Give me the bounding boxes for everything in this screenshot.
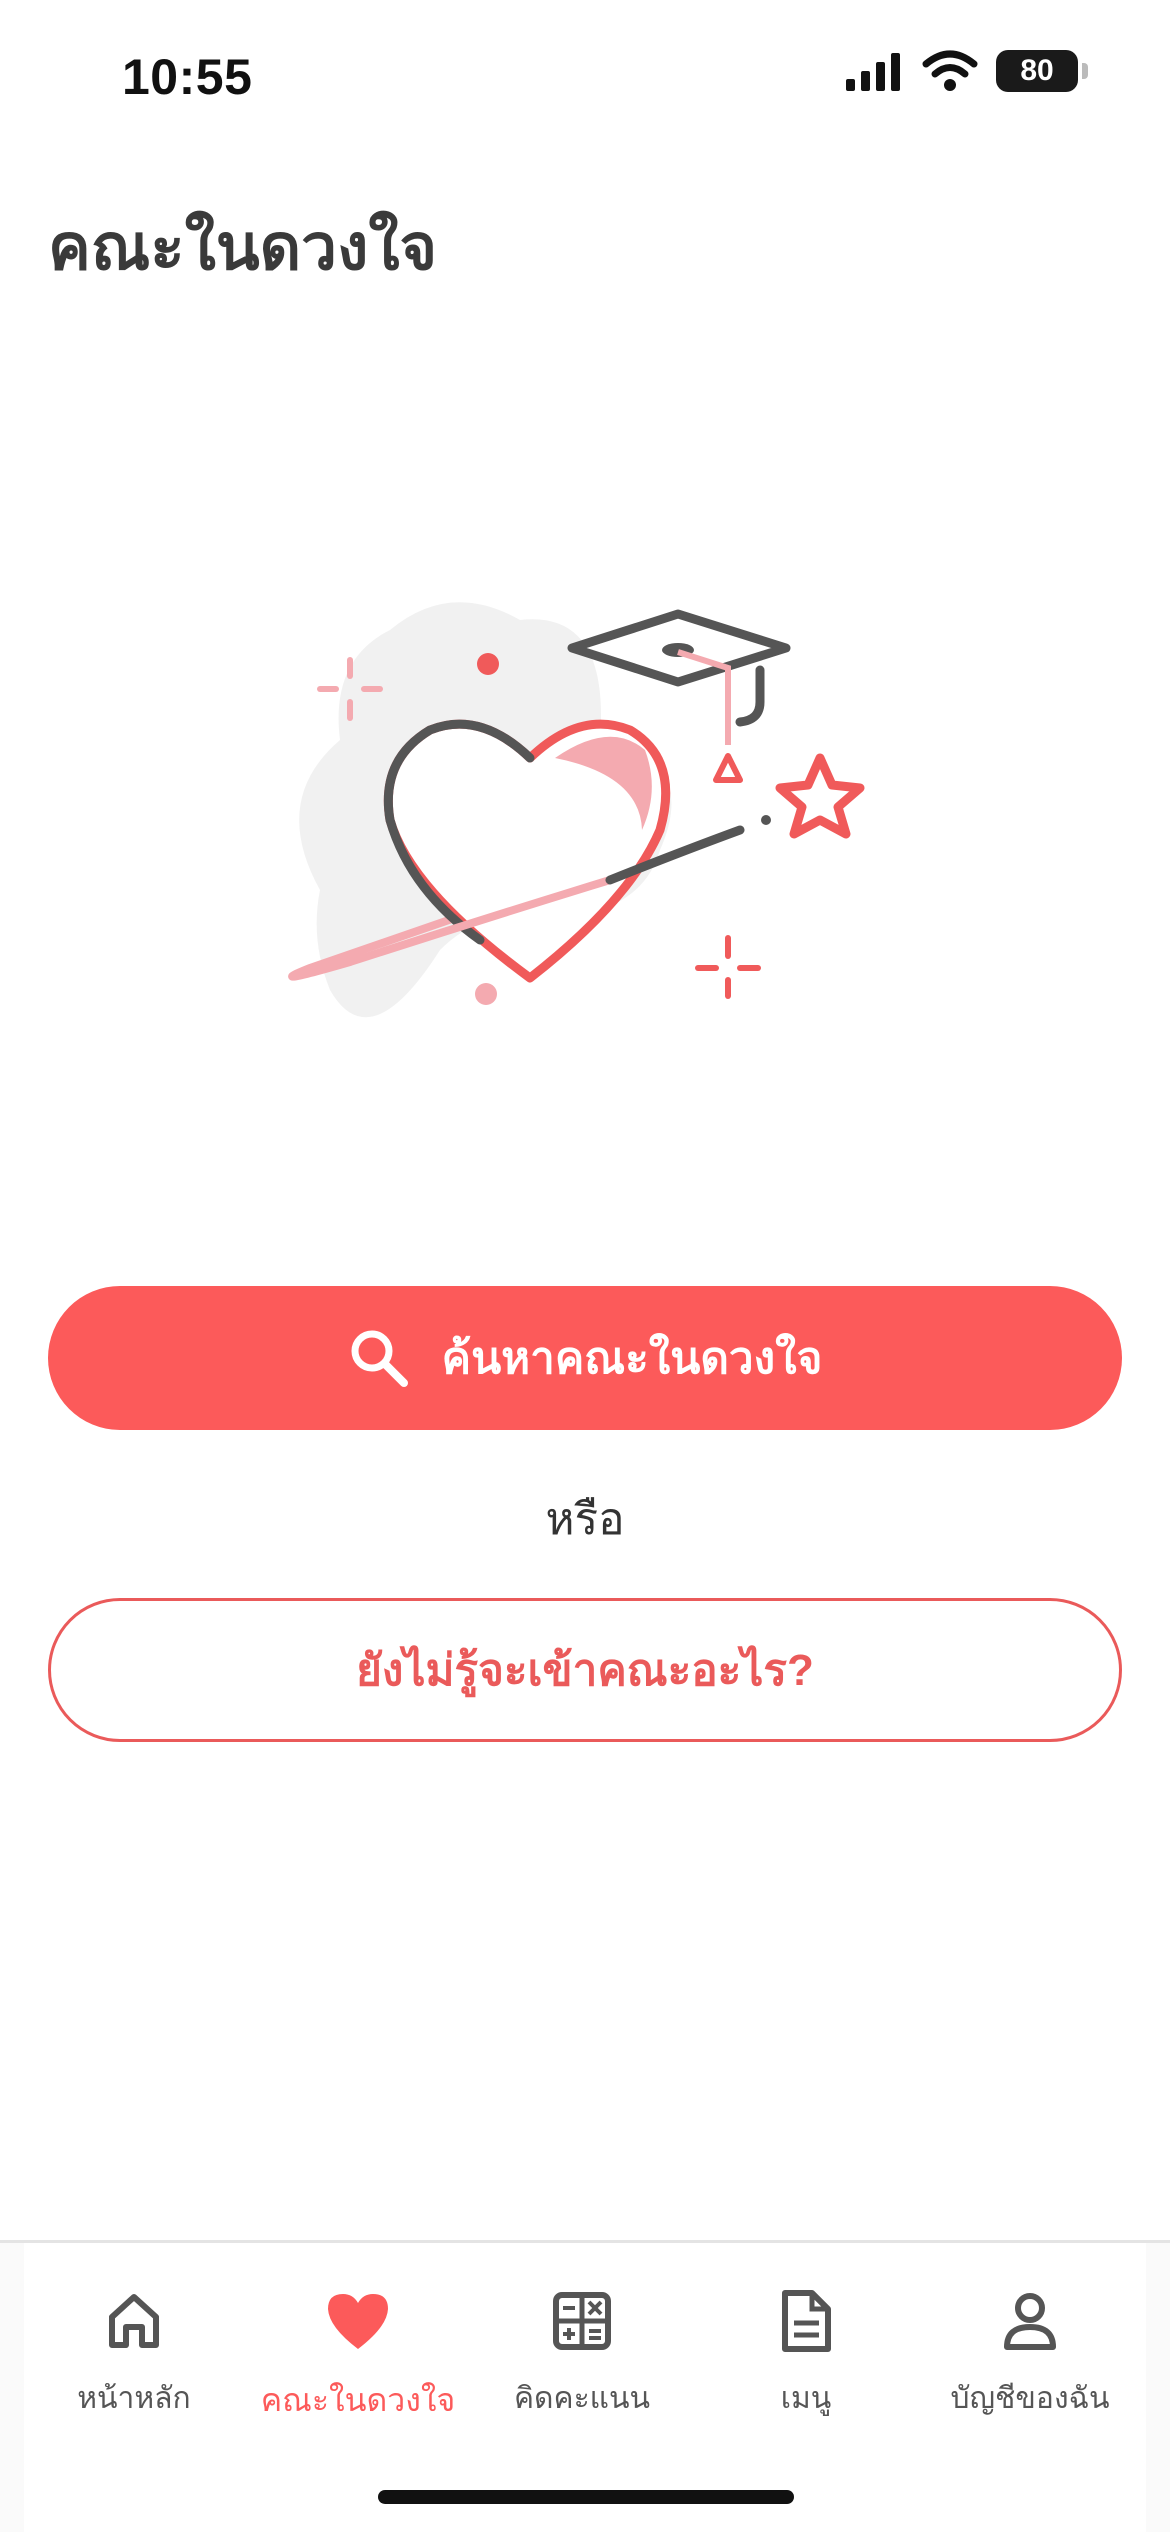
or-divider-text: หรือ — [545, 1494, 625, 1545]
star-icon — [775, 753, 865, 839]
nav-label-home: หน้าหลัก — [77, 2381, 191, 2416]
nav-label-menu: เมนู — [780, 2381, 832, 2416]
undecided-faculty-button[interactable]: ยังไม่รู้จะเข้าคณะอะไร? — [48, 1598, 1122, 1742]
document-icon — [780, 2281, 832, 2361]
nav-item-score-calculator[interactable]: คิดคะแนน — [472, 2281, 692, 2422]
status-bar: 10:55 80 — [0, 0, 1170, 150]
sparkle-icon — [695, 935, 761, 999]
favorite-faculty-illustration — [288, 602, 865, 1018]
dot-icon — [477, 653, 499, 675]
page-title: คณะในดวงใจ — [48, 211, 438, 285]
dot-icon — [475, 983, 497, 1005]
search-faculty-button[interactable]: ค้นหาคณะในดวงใจ — [48, 1286, 1122, 1430]
undecided-faculty-label: ยังไม่รู้จะเข้าคณะอะไร? — [356, 1646, 814, 1695]
battery-icon: 80 — [996, 50, 1078, 92]
heart-icon — [325, 2281, 391, 2361]
calculator-icon — [552, 2281, 612, 2361]
nav-item-menu[interactable]: เมนู — [696, 2281, 916, 2422]
home-icon — [106, 2281, 162, 2361]
home-indicator[interactable] — [378, 2490, 794, 2504]
search-icon — [351, 1330, 408, 1387]
nav-item-favorite-faculty[interactable]: คณะในดวงใจ — [248, 2281, 468, 2426]
wifi-icon — [922, 50, 978, 91]
nav-label-favorite-faculty: คณะในดวงใจ — [260, 2381, 456, 2419]
user-icon — [1002, 2281, 1058, 2361]
nav-label-score-calculator: คิดคะแนน — [513, 2381, 651, 2416]
battery-tip — [1082, 63, 1088, 79]
nav-label-my-account: บัญชีของฉัน — [950, 2381, 1110, 2416]
search-faculty-label: ค้นหาคณะในดวงใจ — [441, 1334, 823, 1383]
nav-item-home[interactable]: หน้าหลัก — [24, 2281, 244, 2422]
status-time: 10:55 — [122, 49, 253, 105]
signal-icon — [846, 53, 900, 91]
status-icons: 80 — [844, 50, 1088, 92]
battery-level: 80 — [1020, 54, 1054, 87]
bottom-nav-inner: หน้าหลัก คณะในดวงใจ คิดคะแนน เมนู บัญชีข… — [24, 2243, 1146, 2532]
bottom-nav: หน้าหลัก คณะในดวงใจ คิดคะแนน เมนู บัญชีข… — [0, 2240, 1170, 2532]
nav-item-my-account[interactable]: บัญชีของฉัน — [920, 2281, 1140, 2422]
